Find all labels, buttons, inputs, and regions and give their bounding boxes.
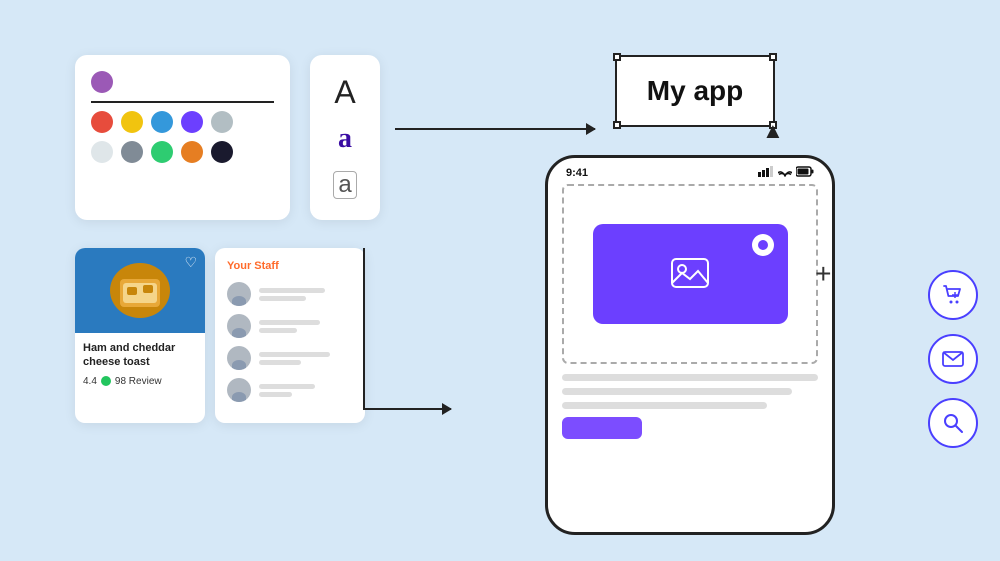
- staff-avatar-2: [227, 314, 251, 338]
- mail-icon: [942, 351, 964, 367]
- plus-icon: +: [815, 258, 831, 290]
- staff-lines-4: [259, 384, 353, 397]
- staff-row-3: [227, 346, 353, 370]
- phone-text-line-1: [562, 374, 818, 381]
- phone-text-line-3: [562, 402, 767, 409]
- palette-card: [75, 55, 290, 220]
- rating-dot: [101, 376, 111, 386]
- staff-avatar-4: [227, 378, 251, 402]
- color-circle-purple: [91, 71, 113, 93]
- staff-row-1: [227, 282, 353, 306]
- staff-avatar-1: [227, 282, 251, 306]
- battery-icon: [796, 166, 814, 180]
- phone-dashed-area: +: [562, 184, 818, 364]
- rating-value: 4.4: [83, 376, 97, 387]
- cursor-arrow: ▲: [762, 118, 784, 144]
- color-circle-green: [151, 141, 173, 163]
- myapp-label-box[interactable]: My app: [615, 55, 775, 127]
- food-image: ♡: [75, 248, 205, 333]
- food-title: Ham and cheddar cheese toast: [83, 341, 197, 370]
- typo-serif-a: a: [338, 125, 352, 153]
- color-circle-yellow: [121, 111, 143, 133]
- color-circle-dark: [211, 141, 233, 163]
- palette-row-2: [91, 111, 274, 133]
- food-card: ♡ Ham and cheddar cheese toast 4.4 98 Re…: [75, 248, 205, 423]
- phone-frame: 9:41: [545, 155, 835, 535]
- phone-action-button[interactable]: [562, 417, 642, 439]
- food-info: Ham and cheddar cheese toast 4.4 98 Revi…: [75, 333, 205, 391]
- phone-image-card-wrapper: +: [593, 224, 788, 324]
- review-count: 98 Review: [115, 376, 162, 387]
- favorite-icon[interactable]: ♡: [184, 254, 197, 271]
- palette-row-3: [91, 141, 274, 163]
- search-icon: [942, 412, 964, 434]
- handle-bottom-left: [613, 121, 621, 129]
- color-circle-indigo: [181, 111, 203, 133]
- phone-status-bar: 9:41: [548, 158, 832, 184]
- color-circle-gray: [121, 141, 143, 163]
- typography-card: A a a: [310, 55, 380, 220]
- food-svg: [115, 271, 165, 311]
- phone-content: +: [548, 184, 832, 439]
- phone-image-card: [593, 224, 788, 324]
- color-circle-red: [91, 111, 113, 133]
- color-circle-blue: [151, 111, 173, 133]
- staff-card: Your Staff: [215, 248, 365, 423]
- cart-icon: [942, 284, 964, 306]
- typo-sans-a: a: [333, 171, 356, 199]
- staff-row-2: [227, 314, 353, 338]
- staff-row-4: [227, 378, 353, 402]
- handle-top-left: [613, 53, 621, 61]
- palette-divider: [91, 101, 274, 103]
- myapp-text: My app: [647, 75, 743, 107]
- color-circle-lightgray: [211, 111, 233, 133]
- handle-top-right: [769, 53, 777, 61]
- staff-lines-1: [259, 288, 353, 301]
- phone-fav-icon: [752, 234, 774, 256]
- phone-status-icons: [758, 166, 814, 180]
- sidebar-icons: [928, 270, 978, 448]
- food-thumbnail: [110, 263, 170, 318]
- phone-fav-inner: [758, 240, 768, 250]
- arrow-vertical: [363, 248, 365, 410]
- staff-avatar-3: [227, 346, 251, 370]
- arrow-horizontal: [395, 128, 595, 130]
- staff-lines-3: [259, 352, 353, 365]
- staff-title: Your Staff: [227, 260, 353, 272]
- wifi-icon: [778, 166, 792, 180]
- typo-uppercase-a: A: [334, 76, 355, 108]
- cart-button[interactable]: [928, 270, 978, 320]
- image-placeholder-icon: [670, 257, 710, 292]
- color-circle-orange: [181, 141, 203, 163]
- phone-text-line-2: [562, 388, 792, 395]
- food-rating: 4.4 98 Review: [83, 376, 197, 387]
- staff-lines-2: [259, 320, 353, 333]
- arrow-horizontal-bottom: [363, 408, 451, 410]
- signal-icon: [758, 166, 774, 180]
- color-circle-silver: [91, 141, 113, 163]
- mail-button[interactable]: [928, 334, 978, 384]
- search-button[interactable]: [928, 398, 978, 448]
- phone-time: 9:41: [566, 167, 588, 179]
